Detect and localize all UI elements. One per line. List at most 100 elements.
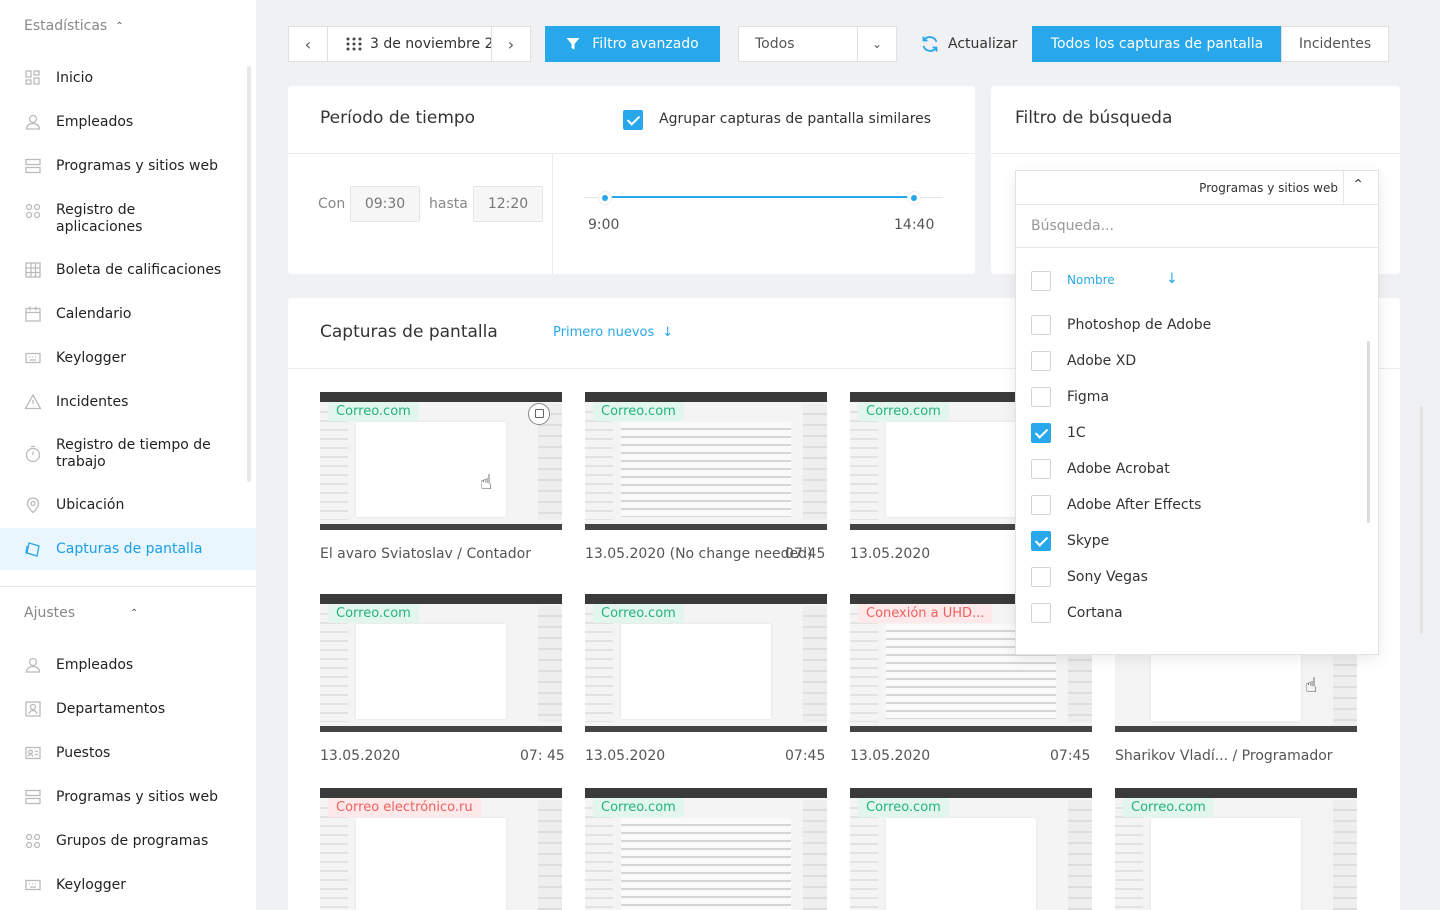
column-name-header[interactable]: Nombre <box>1067 273 1115 287</box>
sort-button[interactable]: Primero nuevos ↓ <box>553 325 673 340</box>
date-picker[interactable]: 3 de noviembre 2020 <box>327 26 492 62</box>
thumb-caption: 13.05.2020 <box>850 748 931 764</box>
from-label: Con <box>318 196 346 212</box>
server-icon <box>25 158 41 174</box>
sidebar-item-boleta[interactable]: Boleta de calificaciones <box>0 260 256 280</box>
app-tag: Correo.com <box>593 402 684 421</box>
sidebar-item-registro-aplicaciones[interactable]: Registro de aplicaciones <box>0 201 256 237</box>
settings-item-puestos[interactable]: Puestos <box>0 743 256 763</box>
refresh-button[interactable]: Actualizar <box>920 34 1017 54</box>
settings-item-grupos[interactable]: Grupos de programas <box>0 831 256 851</box>
option-checkbox[interactable] <box>1031 387 1051 407</box>
settings-item-keylogger[interactable]: Keylogger <box>0 875 256 895</box>
sidebar-item-inicio[interactable]: Inicio <box>0 68 256 88</box>
settings-section-toggle[interactable]: Ajustes ⌃ <box>0 604 138 622</box>
status-select[interactable]: Todos <box>738 26 858 62</box>
server-icon <box>25 789 41 805</box>
screenshot-thumbnail[interactable]: Correo electrónico.ru <box>320 788 562 910</box>
dropdown-header[interactable]: Programas y sitios web ⌃ <box>1016 171 1378 205</box>
advanced-filter-label: Filtro avanzado <box>592 36 699 52</box>
sidebar-item-programas[interactable]: Programas y sitios web <box>0 156 256 176</box>
sidebar-item-ubicacion[interactable]: Ubicación <box>0 495 256 515</box>
sidebar-item-incidentes[interactable]: Incidentes <box>0 392 256 412</box>
from-time-input[interactable]: 09:30 <box>350 186 420 222</box>
option-label[interactable]: Adobe Acrobat <box>1067 461 1170 477</box>
settings-item-departamentos[interactable]: Departamentos <box>0 699 256 719</box>
settings-item-programas[interactable]: Programas y sitios web <box>0 787 256 807</box>
option-checkbox[interactable] <box>1031 351 1051 371</box>
chevron-right-icon: › <box>507 34 515 54</box>
screenshot-thumbnail[interactable]: ☝ <box>1115 655 1357 732</box>
search-filter-title: Filtro de búsqueda <box>1015 108 1173 128</box>
to-time-input[interactable]: 12:20 <box>473 186 543 222</box>
option-label[interactable]: 1C <box>1067 425 1086 441</box>
sidebar: Estadísticas ⌃ Inicio Empleados Programa… <box>0 0 256 910</box>
app-tag: Correo.com <box>1123 798 1214 817</box>
slider-handle-min[interactable] <box>599 192 611 204</box>
option-checkbox[interactable] <box>1031 495 1051 515</box>
status-select-value: Todos <box>755 36 795 52</box>
sidebar-item-capturas[interactable]: Capturas de pantalla <box>0 528 256 570</box>
screenshots-title: Capturas de pantalla <box>320 322 498 342</box>
screenshot-thumbnail[interactable]: Correo.com <box>850 392 1020 530</box>
screenshot-thumbnail[interactable]: Correo.com <box>585 594 827 732</box>
screenshot-thumbnail[interactable]: Correo.com <box>1115 788 1357 910</box>
chevron-left-icon: ‹ <box>304 34 312 54</box>
option-label[interactable]: Photoshop de Adobe <box>1067 317 1211 333</box>
prev-date-button[interactable]: ‹ <box>288 26 328 62</box>
settings-item-label: Puestos <box>56 744 111 761</box>
apps-icon <box>25 203 41 219</box>
stats-section-toggle[interactable]: Estadísticas ⌃ <box>0 17 124 35</box>
option-label[interactable]: Sony Vegas <box>1067 569 1148 585</box>
sidebar-scrollbar[interactable] <box>247 66 251 482</box>
time-period-panel: Período de tiempo Agrupar capturas de pa… <box>288 86 975 274</box>
calendar-grid-icon <box>346 37 362 51</box>
option-checkbox[interactable] <box>1031 459 1051 479</box>
sidebar-item-calendario[interactable]: Calendario <box>0 304 256 324</box>
thumb-caption: 13.05.2020 <box>320 748 401 764</box>
advanced-filter-button[interactable]: Filtro avanzado <box>545 26 720 62</box>
option-label[interactable]: Cortana <box>1067 605 1123 621</box>
screenshot-thumbnail[interactable]: Correo.com <box>320 594 562 732</box>
option-checkbox[interactable] <box>1031 567 1051 587</box>
tab-all-screenshots[interactable]: Todos los capturas de pantalla <box>1032 26 1282 62</box>
option-label[interactable]: Figma <box>1067 389 1109 405</box>
option-label[interactable]: Adobe After Effects <box>1067 497 1201 513</box>
option-checkbox[interactable] <box>1031 315 1051 335</box>
screenshot-thumbnail[interactable]: Correo.com ☝ <box>320 392 562 530</box>
dropdown-scrollbar[interactable] <box>1367 341 1370 523</box>
app-tag: Correo.com <box>593 604 684 623</box>
thumb-caption: Sharikov Vladí... / Programador <box>1115 748 1333 764</box>
thumb-time: 07:45 <box>785 546 826 562</box>
option-label[interactable]: Adobe XD <box>1067 353 1136 369</box>
select-all-checkbox[interactable] <box>1031 271 1051 291</box>
dropdown-search-input[interactable]: Búsqueda... <box>1016 205 1378 248</box>
sort-arrow-icon[interactable]: ↓ <box>1166 271 1178 287</box>
settings-item-empleados[interactable]: Empleados <box>0 655 256 675</box>
sidebar-item-registro-tiempo[interactable]: Registro de tiempo de trabajo <box>0 436 256 472</box>
group-similar-checkbox[interactable] <box>623 110 643 130</box>
grid-icon <box>25 262 41 278</box>
next-date-button[interactable]: › <box>491 26 531 62</box>
keyboard-icon <box>25 879 41 891</box>
screenshot-thumbnail[interactable]: Correo.com <box>585 392 827 530</box>
option-label[interactable]: Skype <box>1067 533 1109 549</box>
divider <box>552 154 553 274</box>
option-checkbox[interactable] <box>1031 531 1051 551</box>
sidebar-item-empleados[interactable]: Empleados <box>0 112 256 132</box>
thumb-caption: El avaro Sviatoslav / Contador <box>320 546 531 562</box>
copy-icon[interactable] <box>528 403 550 425</box>
screenshot-thumbnail[interactable]: Correo.com <box>850 788 1092 910</box>
tab-incidents[interactable]: Incidentes <box>1281 26 1389 62</box>
sidebar-item-keylogger[interactable]: Keylogger <box>0 348 256 368</box>
slider-handle-max[interactable] <box>908 192 920 204</box>
stats-section-label: Estadísticas <box>24 18 108 34</box>
screenshot-thumbnail[interactable]: Correo.com <box>585 788 827 910</box>
date-value: 3 de noviembre 2020 <box>370 36 491 52</box>
status-select-toggle[interactable]: ⌄ <box>857 26 897 62</box>
option-checkbox[interactable] <box>1031 423 1051 443</box>
content-scrollbar[interactable] <box>1420 406 1423 634</box>
sidebar-item-label: Capturas de pantalla <box>56 540 203 557</box>
option-checkbox[interactable] <box>1031 603 1051 623</box>
sidebar-item-label: Keylogger <box>56 349 126 366</box>
